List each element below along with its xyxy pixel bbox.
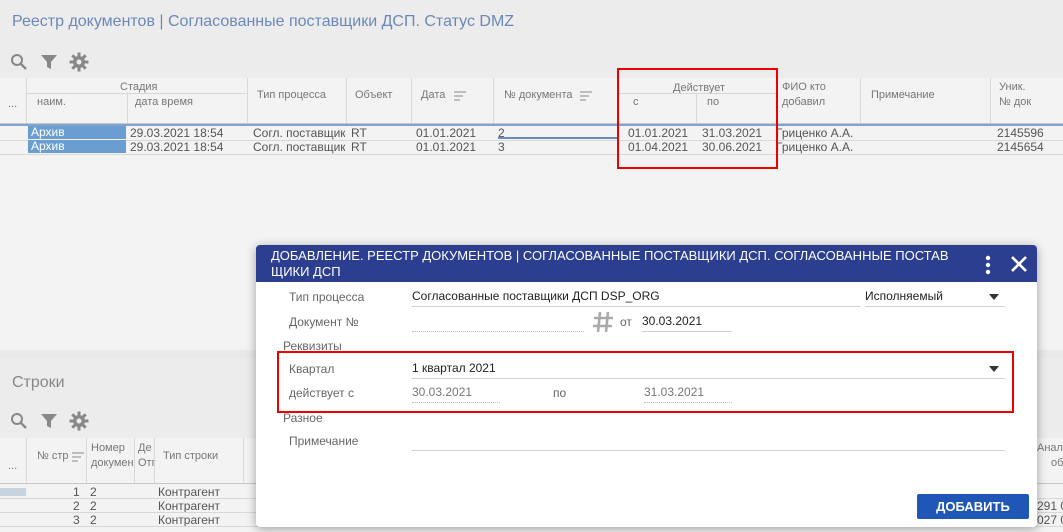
doc-no-cell: 2 — [90, 513, 97, 527]
grid-more-button[interactable]: ... — [8, 98, 17, 110]
doc-no-label: Документ № — [289, 315, 359, 329]
sort-icon[interactable] — [72, 452, 84, 462]
requisites-section-label: Реквизиты — [283, 339, 342, 353]
filter-icon[interactable] — [38, 410, 60, 432]
uniq-cell: 2145596 — [997, 126, 1044, 140]
quarter-select[interactable]: 1 квартал 2021 — [412, 357, 1005, 379]
col-header-right-line2[interactable]: об — [1051, 457, 1063, 469]
sort-icon[interactable] — [454, 91, 466, 101]
col-header-process-type[interactable]: Тип процесса — [257, 89, 326, 101]
object-cell: RT — [351, 126, 367, 140]
process-cell: Согл. поставщик — [253, 126, 345, 140]
sort-icon[interactable] — [580, 91, 592, 101]
misc-section-label: Разное — [283, 411, 323, 425]
valid-to-input[interactable]: 31.03.2021 — [644, 381, 732, 403]
uniq-cell: 2145654 — [997, 140, 1044, 154]
valid-from-cell: 01.01.2021 — [628, 126, 689, 140]
valid-to-label: по — [553, 386, 567, 400]
row-type-cell: Контрагент — [158, 485, 221, 499]
add-document-dialog: Добавление. Реестр документов | Согласов… — [256, 245, 1037, 527]
doc-no-cell: 2 — [90, 485, 97, 499]
col-header-row-type[interactable]: Тип строки — [163, 450, 218, 462]
gear-icon[interactable] — [68, 51, 90, 73]
process-cell: Согл. поставщик — [253, 140, 345, 154]
registry-toolbar — [8, 50, 90, 74]
datetime-cell: 29.03.2021 18:54 — [130, 140, 224, 154]
row-type-cell: Контрагент — [158, 513, 221, 527]
col-header-fio-line2[interactable]: добавил — [782, 96, 825, 108]
fio-cell: Гриценко А.А. — [776, 126, 854, 140]
rows-toolbar — [8, 409, 90, 433]
note-input[interactable] — [412, 429, 1005, 451]
col-header-valid-from[interactable]: с — [633, 96, 639, 108]
doc-no-cell: 2 — [90, 499, 97, 513]
stage-cell: Архив — [28, 140, 126, 153]
valid-from-cell: 01.04.2021 — [628, 140, 689, 154]
page-title: Реестр документов | Согласованные постав… — [12, 13, 515, 30]
quarter-select-value: 1 квартал 2021 — [412, 361, 496, 375]
hash-icon[interactable] — [592, 311, 614, 333]
col-header-doc-no[interactable]: № документа — [504, 89, 573, 101]
valid-to-cell: 31.03.2021 — [702, 126, 763, 140]
row-no-cell: 3 — [73, 513, 80, 527]
dialog-title: Добавление. Реестр документов | Согласов… — [271, 248, 949, 279]
search-icon[interactable] — [8, 51, 30, 73]
doc-date-label: от — [620, 315, 632, 329]
col-header-row-no[interactable]: № стр — [37, 450, 69, 462]
col-header-stage: Стадия — [120, 81, 158, 93]
col-header-note[interactable]: Примечание — [871, 89, 935, 101]
col-header-uniq-line1[interactable]: Уник. — [999, 81, 1026, 93]
rows-section-title: Строки — [12, 374, 65, 391]
search-icon[interactable] — [8, 410, 30, 432]
col-header-date[interactable]: Дата — [421, 89, 445, 101]
col-header-uniq-line2[interactable]: № док — [999, 96, 1031, 108]
gear-icon[interactable] — [68, 410, 90, 432]
mode-select[interactable]: Исполняемый — [865, 285, 1005, 307]
dialog-header: Добавление. Реестр документов | Согласов… — [256, 245, 1037, 282]
process-type-field[interactable]: Согласованные поставщики ДСП DSP_ORG — [412, 285, 860, 307]
fio-cell: Гриценко А.А. — [776, 140, 854, 154]
row-no-cell: 2 — [73, 499, 80, 513]
dropdown-caret-icon[interactable] — [989, 366, 999, 372]
grid-more-button[interactable]: ... — [8, 460, 17, 472]
valid-to-cell: 30.06.2021 — [702, 140, 763, 154]
add-button[interactable]: ДОБАВИТЬ — [917, 494, 1029, 519]
right-cell: 027 00 — [1037, 513, 1063, 527]
close-icon[interactable] — [1008, 253, 1030, 275]
quarter-label: Квартал — [289, 362, 335, 376]
more-vert-icon[interactable] — [978, 255, 998, 275]
col-header-doc-no-line1[interactable]: Номер — [91, 442, 125, 454]
col-header-valid-to[interactable]: по — [707, 96, 719, 108]
row-no-cell: 1 — [73, 485, 80, 499]
dropdown-caret-icon[interactable] — [989, 294, 999, 300]
col-header-stage-datetime[interactable]: дата время — [135, 96, 193, 108]
valid-from-input[interactable]: 30.03.2021 — [412, 381, 500, 403]
col-header-stage-name[interactable]: наим. — [37, 96, 66, 108]
col-header-de-line2[interactable]: Отг — [138, 457, 156, 469]
date-cell: 01.01.2021 — [416, 126, 477, 140]
doc-no-input[interactable] — [412, 310, 584, 332]
datetime-cell: 29.03.2021 18:54 — [130, 126, 224, 140]
col-header-fio-line1[interactable]: ФИО кто — [782, 81, 826, 93]
doc-no-cell: 3 — [498, 140, 505, 154]
col-header-de-line1[interactable]: Де — [138, 442, 152, 454]
row-type-cell: Контрагент — [158, 499, 221, 513]
date-cell: 01.01.2021 — [416, 140, 477, 154]
process-type-label: Тип процесса — [289, 290, 365, 304]
filter-icon[interactable] — [38, 51, 60, 73]
stage-cell: Архив — [28, 126, 126, 139]
doc-date-input[interactable]: 30.03.2021 — [642, 310, 732, 332]
col-header-doc-no-line2[interactable]: докумен — [91, 457, 134, 469]
right-cell: 291 00 — [1037, 499, 1063, 513]
valid-from-label: действует с — [289, 386, 354, 400]
note-label: Примечание — [289, 434, 359, 448]
col-header-object[interactable]: Объект — [355, 89, 392, 101]
object-cell: RT — [351, 140, 367, 154]
col-header-right-line1[interactable]: Анали — [1037, 442, 1063, 454]
mode-select-value: Исполняемый — [865, 289, 943, 303]
